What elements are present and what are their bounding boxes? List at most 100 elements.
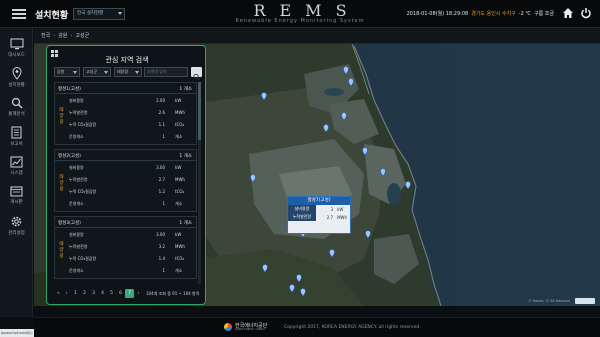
top-header: 설치현황 전국 설치현황 REMS Renewable Energy Monit… bbox=[0, 0, 600, 28]
sidebar-item-board[interactable]: 게시판 bbox=[0, 181, 33, 211]
row-value: 3.00 bbox=[156, 232, 165, 237]
source-type-select[interactable]: 태양광 bbox=[114, 67, 142, 77]
row-unit: kW bbox=[175, 165, 182, 170]
chevron-right-icon: › bbox=[70, 33, 73, 39]
breadcrumb-item[interactable]: 강원 bbox=[58, 33, 67, 39]
row-value: 2.7 bbox=[158, 177, 165, 182]
site-marker[interactable] bbox=[289, 284, 295, 292]
sidebar-item-label: 관리설정 bbox=[8, 231, 25, 236]
province-select[interactable]: 강원 bbox=[54, 67, 80, 77]
datetime-text: 2018-01-08(월) 18:29:08 bbox=[406, 11, 469, 17]
board-icon bbox=[10, 186, 23, 197]
card-type-label: 태양광 bbox=[59, 242, 64, 259]
popup-unit: kW bbox=[337, 206, 344, 212]
breadcrumb-item[interactable]: 전국 bbox=[41, 33, 50, 39]
popup-key: 누적발전량 bbox=[288, 213, 316, 221]
city-select[interactable]: 고성군 bbox=[83, 67, 111, 77]
popup-value: 3 bbox=[330, 206, 334, 212]
sidebar-item-system[interactable]: 시스템 bbox=[0, 152, 33, 182]
row-unit: 개소 bbox=[175, 134, 183, 139]
row-unit: 개소 bbox=[175, 268, 183, 273]
site-marker[interactable] bbox=[323, 124, 329, 132]
prev-page-button[interactable]: ‹ bbox=[62, 289, 71, 298]
card-count: 1 개소 bbox=[179, 221, 192, 226]
card-row: 누적 CO₂절감량 1.1 tCO₂ bbox=[69, 119, 193, 130]
map-pin-icon bbox=[11, 67, 22, 80]
card-name: 평성3(고성) bbox=[58, 221, 81, 226]
sidebar-item-label: 게시판 bbox=[10, 200, 23, 205]
site-marker[interactable] bbox=[261, 92, 267, 100]
page-button[interactable]: 6 bbox=[116, 289, 125, 298]
card-row: 설비용량 3.00 kW bbox=[69, 229, 193, 240]
sidebar-item-label: 시스템 bbox=[10, 171, 23, 176]
popup-key: 설비용량 bbox=[288, 205, 316, 213]
sidebar-item-settings[interactable]: 관리설정 bbox=[0, 211, 33, 241]
pagination-info: 104개 조회 중 91 ~ 104 항목 bbox=[146, 291, 200, 296]
sidebar-item-installation[interactable]: 설치현황 bbox=[0, 63, 33, 93]
location-text: 경기도 용인시 수지구 bbox=[471, 11, 516, 17]
power-icon[interactable] bbox=[580, 7, 592, 19]
site-marker[interactable] bbox=[250, 174, 256, 182]
row-value: 1 bbox=[162, 201, 165, 206]
sidebar-item-label: 대시보드 bbox=[8, 53, 25, 58]
site-marker[interactable] bbox=[365, 230, 371, 238]
site-marker[interactable] bbox=[341, 112, 347, 120]
page-button-active[interactable]: 7 bbox=[125, 289, 134, 298]
site-marker[interactable] bbox=[262, 264, 268, 272]
card-row: 운영개소 1 개소 bbox=[69, 198, 193, 209]
site-marker[interactable] bbox=[296, 274, 302, 282]
region-card[interactable]: 평성1(고성) 1 개소 태양광 설비용량 2.00 kW 누적발전량 2.6 MWh … bbox=[54, 82, 197, 145]
page-button[interactable]: 2 bbox=[80, 289, 89, 298]
search-filters: 강원 고성군 태양광 지역명 입력 bbox=[54, 67, 202, 81]
row-key: 누적발전량 bbox=[69, 244, 88, 249]
page-button[interactable]: 5 bbox=[107, 289, 116, 298]
city-select-value: 고성군 bbox=[86, 69, 98, 74]
row-unit: kW bbox=[175, 98, 182, 103]
site-marker[interactable] bbox=[362, 147, 368, 155]
popup-row: 설비용량 3 kW bbox=[288, 205, 350, 213]
row-key: 운영개소 bbox=[69, 134, 84, 139]
card-type-label: 태양광 bbox=[59, 108, 64, 125]
agency-logo bbox=[224, 323, 232, 331]
region-search-input[interactable]: 지역명 입력 bbox=[144, 67, 188, 77]
browser-status-bar: javascript:void(0); bbox=[0, 329, 34, 337]
site-marker[interactable] bbox=[329, 249, 335, 257]
next-page-button[interactable]: › bbox=[134, 289, 143, 298]
breadcrumb-item[interactable]: 고성군 bbox=[75, 33, 89, 39]
search-button[interactable] bbox=[191, 67, 202, 81]
site-marker[interactable] bbox=[300, 288, 306, 296]
card-name: 평성1(고성) bbox=[58, 87, 81, 92]
popup-value: 2.7 bbox=[326, 214, 334, 220]
region-card[interactable]: 평성2(고성) 1 개소 태양광 설비용량 3.00 kW 누적발전량 2.7 MWh … bbox=[54, 149, 197, 212]
list-scrollbar[interactable] bbox=[198, 82, 201, 284]
page-button[interactable]: 4 bbox=[98, 289, 107, 298]
site-marker[interactable] bbox=[380, 168, 386, 176]
row-value: 2.6 bbox=[158, 110, 165, 115]
card-row: 설비용량 3.00 kW bbox=[69, 162, 193, 173]
card-count: 1 개소 bbox=[179, 154, 192, 159]
row-value: 3.2 bbox=[158, 244, 165, 249]
card-header: 평성2(고성) 1 개소 bbox=[55, 150, 196, 161]
scrollbar-thumb[interactable] bbox=[198, 82, 201, 140]
site-marker[interactable] bbox=[405, 181, 411, 189]
page-button[interactable]: 3 bbox=[89, 289, 98, 298]
site-marker[interactable] bbox=[343, 66, 349, 74]
row-value: 1.1 bbox=[158, 122, 165, 127]
page-button[interactable]: 1 bbox=[71, 289, 80, 298]
row-key: 누적 CO₂절감량 bbox=[69, 189, 97, 194]
sidebar-item-label: 보고서 bbox=[10, 142, 23, 147]
region-result-list[interactable]: 평성1(고성) 1 개소 태양광 설비용량 2.00 kW 누적발전량 2.6 MWh … bbox=[54, 82, 197, 284]
region-card[interactable]: 평성3(고성) 1 개소 태양광 설비용량 3.00 kW 누적발전량 3.2 MWh … bbox=[54, 216, 197, 279]
popup-table: 설비용량 3 kW 누적발전량 2.7 MWh bbox=[288, 205, 350, 221]
row-unit: MWh bbox=[175, 244, 185, 249]
card-type-label: 태양광 bbox=[59, 175, 64, 192]
chart-icon bbox=[10, 156, 23, 168]
source-type-select-value: 태양광 bbox=[117, 69, 129, 74]
sidebar-item-report[interactable]: 보고서 bbox=[0, 122, 33, 152]
sidebar-item-statistics[interactable]: 통계분석 bbox=[0, 93, 33, 123]
gear-icon bbox=[11, 216, 22, 227]
site-popup[interactable]: 평성7(고성) 설비용량 3 kW 누적발전량 2.7 MWh bbox=[287, 196, 351, 234]
sidebar-item-dashboard[interactable]: 대시보드 bbox=[0, 34, 33, 64]
home-icon[interactable] bbox=[562, 7, 574, 19]
site-marker[interactable] bbox=[348, 78, 354, 86]
